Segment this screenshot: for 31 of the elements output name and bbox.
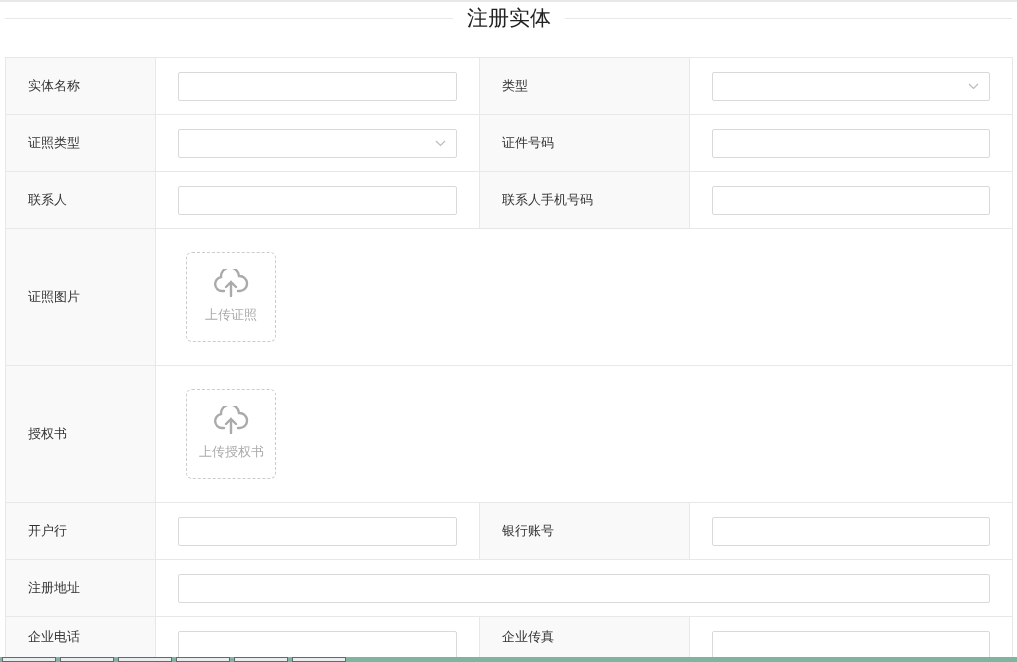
upload-button[interactable]: 上传证照: [186, 252, 276, 342]
input-field[interactable]: [712, 185, 990, 215]
field-label: 联系人: [6, 172, 156, 228]
field-label: 企业传真: [479, 617, 690, 657]
field-label: 证照类型: [6, 115, 156, 171]
page-title: 注册实体: [466, 8, 551, 29]
upload-button[interactable]: 上传授权书: [186, 389, 276, 479]
input-field[interactable]: [712, 516, 990, 546]
cloud-upload-icon: [213, 269, 249, 298]
cloud-upload-icon: [213, 406, 249, 435]
select-field[interactable]: [178, 128, 457, 158]
field-label: 注册地址: [6, 560, 156, 616]
input-field[interactable]: [712, 128, 990, 158]
input-field[interactable]: [178, 71, 457, 101]
field-label: 类型: [479, 58, 690, 114]
field-label: 开户行: [6, 503, 156, 559]
select-field[interactable]: [712, 71, 990, 101]
field-label: 银行账号: [479, 503, 690, 559]
field-label: 授权书: [6, 366, 156, 502]
input-field[interactable]: [178, 573, 990, 603]
chevron-down-icon: [435, 139, 446, 147]
field-label: 企业电话: [6, 617, 156, 657]
field-label: 证件号码: [479, 115, 690, 171]
input-field[interactable]: [178, 631, 457, 657]
field-label: 证照图片: [6, 229, 156, 365]
chevron-down-icon: [968, 82, 979, 90]
input-field[interactable]: [178, 185, 457, 215]
field-label: 实体名称: [6, 58, 156, 114]
field-label: 联系人手机号码: [479, 172, 690, 228]
input-field[interactable]: [178, 516, 457, 546]
input-field[interactable]: [712, 631, 990, 657]
